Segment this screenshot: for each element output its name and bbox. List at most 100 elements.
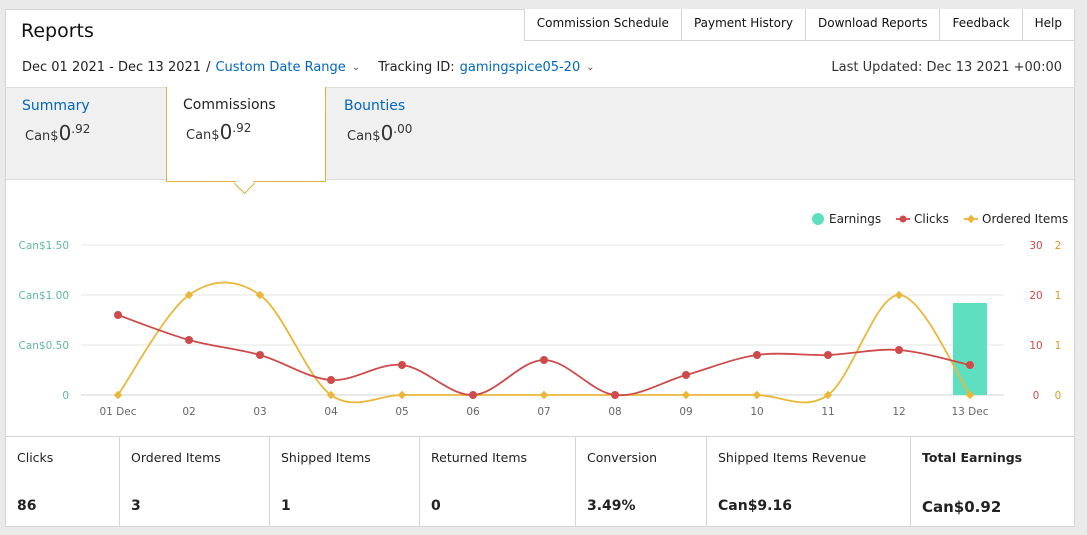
nav-download-reports[interactable]: Download Reports bbox=[804, 9, 941, 41]
ordered-items-point bbox=[752, 390, 762, 400]
metric-shipped-revenue: Shipped Items Revenue Can$9.16 bbox=[707, 437, 911, 527]
tab-commissions-label: Commissions bbox=[183, 97, 276, 113]
ordered-items-point bbox=[539, 390, 549, 400]
metric-label: Clicks bbox=[17, 450, 54, 465]
y-tick-label-left: Can$0.50 bbox=[19, 340, 69, 352]
metric-value: 0 bbox=[431, 498, 441, 514]
ordered-items-line bbox=[117, 281, 971, 404]
tab-commissions-amount: Can$0.92 bbox=[186, 120, 251, 144]
currency-label: Can$ bbox=[186, 128, 220, 143]
clicks-point bbox=[398, 361, 406, 369]
reports-panel: Reports Commission Schedule Payment Hist… bbox=[5, 9, 1075, 527]
y-tick-label-items: 1 bbox=[1055, 290, 1062, 302]
y-tick-label-left: Can$1.00 bbox=[19, 290, 69, 302]
legend-clicks-label: Clicks bbox=[914, 212, 949, 226]
amount-cents: .00 bbox=[393, 122, 413, 136]
metric-value: 1 bbox=[281, 498, 291, 514]
clicks-point bbox=[824, 351, 832, 359]
clicks-point bbox=[185, 336, 193, 344]
tab-bounties[interactable]: Bounties Can$0.00 bbox=[336, 88, 496, 179]
tab-summary-label: Summary bbox=[22, 98, 90, 114]
y-tick-label-clicks: 30 bbox=[1029, 240, 1042, 252]
tab-bounties-label: Bounties bbox=[344, 98, 406, 114]
tracking-label: Tracking ID: bbox=[378, 60, 455, 75]
metric-label: Conversion bbox=[587, 450, 658, 465]
y-tick-label-clicks: 0 bbox=[1033, 390, 1040, 402]
tab-commissions[interactable]: Commissions Can$0.92 bbox=[166, 87, 326, 195]
metric-clicks: Clicks 86 bbox=[6, 437, 120, 527]
nav-help[interactable]: Help bbox=[1021, 9, 1075, 41]
earnings-bar bbox=[953, 303, 987, 395]
tab-summary[interactable]: Summary Can$0.92 bbox=[6, 88, 166, 179]
metric-ordered-items: Ordered Items 3 bbox=[120, 437, 270, 527]
legend-clicks-swatch bbox=[899, 215, 907, 223]
metric-value: Can$9.16 bbox=[718, 498, 792, 514]
metric-value: 3.49% bbox=[587, 498, 636, 514]
tracking-id-dropdown[interactable]: gamingspice05-20 bbox=[460, 60, 581, 75]
earnings-chart: 0 0 0 Can$0.50 10 1 Can$1.00 20 1 Can$1.50 30 2 01 D… bbox=[19, 212, 1069, 418]
clicks-point bbox=[327, 376, 335, 384]
clicks-line bbox=[117, 314, 971, 397]
y-tick-label-items: 1 bbox=[1055, 340, 1062, 352]
amount-whole: 0 bbox=[219, 120, 233, 144]
x-tick-label: 03 bbox=[253, 406, 266, 418]
clicks-point bbox=[469, 391, 477, 399]
nav-commission-schedule[interactable]: Commission Schedule bbox=[523, 9, 682, 41]
x-tick-label: 02 bbox=[182, 406, 195, 418]
x-tick-label: 01 Dec bbox=[99, 406, 136, 418]
metric-value: Can$0.92 bbox=[922, 498, 1002, 516]
x-tick-label: 07 bbox=[537, 406, 550, 418]
ordered-items-point bbox=[397, 390, 407, 400]
x-tick-label: 09 bbox=[679, 406, 692, 418]
metric-shipped-items: Shipped Items 1 bbox=[270, 437, 420, 527]
legend-earnings-label: Earnings bbox=[829, 212, 881, 226]
x-tick-label: 11 bbox=[821, 406, 834, 418]
metric-label: Ordered Items bbox=[131, 450, 221, 465]
metric-total-earnings: Total Earnings Can$0.92 bbox=[911, 437, 1074, 527]
last-updated: Last Updated: Dec 13 2021 +00:00 bbox=[831, 60, 1062, 75]
legend-earnings-swatch bbox=[812, 213, 824, 225]
metric-conversion: Conversion 3.49% bbox=[576, 437, 707, 527]
date-range-text: Dec 01 2021 - Dec 13 2021 bbox=[22, 60, 202, 75]
nav-payment-history[interactable]: Payment History bbox=[680, 9, 806, 41]
y-tick-label-left: 0 bbox=[62, 390, 69, 402]
clicks-point bbox=[540, 356, 548, 364]
x-tick-label: 10 bbox=[750, 406, 763, 418]
clicks-point bbox=[256, 351, 264, 359]
top-nav: Commission Schedule Payment History Down… bbox=[523, 9, 1075, 41]
chevron-down-icon[interactable]: ⌄ bbox=[352, 62, 360, 73]
amount-cents: .92 bbox=[232, 121, 252, 135]
metric-returned-items: Returned Items 0 bbox=[420, 437, 576, 527]
x-tick-label: 04 bbox=[324, 406, 338, 418]
legend-items-label: Ordered Items bbox=[982, 212, 1068, 226]
metric-label: Returned Items bbox=[431, 450, 528, 465]
y-tick-label-clicks: 10 bbox=[1029, 340, 1042, 352]
ordered-items-point bbox=[894, 290, 904, 300]
currency-label: Can$ bbox=[347, 129, 381, 144]
x-tick-label: 13 Dec bbox=[951, 406, 988, 418]
y-tick-label-left: Can$1.50 bbox=[19, 240, 69, 252]
x-tick-label: 12 bbox=[892, 406, 905, 418]
custom-date-range-dropdown[interactable]: Custom Date Range bbox=[215, 60, 345, 75]
chevron-down-icon[interactable]: ⌄ bbox=[586, 62, 594, 73]
amount-whole: 0 bbox=[58, 121, 72, 145]
clicks-point bbox=[682, 371, 690, 379]
tab-summary-amount: Can$0.92 bbox=[25, 121, 90, 145]
filter-bar: Dec 01 2021 - Dec 13 2021 / Custom Date … bbox=[22, 60, 595, 75]
clicks-point bbox=[114, 311, 122, 319]
x-tick-label: 05 bbox=[395, 406, 408, 418]
x-tick-label: 06 bbox=[466, 406, 480, 418]
currency-label: Can$ bbox=[25, 129, 59, 144]
metric-value: 86 bbox=[17, 498, 37, 514]
x-tick-label: 08 bbox=[608, 406, 621, 418]
y-tick-label-items: 0 bbox=[1055, 390, 1062, 402]
tab-bounties-amount: Can$0.00 bbox=[347, 121, 412, 145]
report-tabs: Summary Can$0.92 Commissions Can$0.92 Bo… bbox=[6, 87, 1074, 195]
metric-label: Shipped Items bbox=[281, 450, 371, 465]
ordered-items-point bbox=[681, 390, 691, 400]
metric-label: Shipped Items Revenue bbox=[718, 450, 867, 465]
metrics-summary: Clicks 86 Ordered Items 3 Shipped Items … bbox=[6, 436, 1074, 527]
clicks-point bbox=[895, 346, 903, 354]
clicks-point bbox=[611, 391, 619, 399]
nav-feedback[interactable]: Feedback bbox=[939, 9, 1023, 41]
